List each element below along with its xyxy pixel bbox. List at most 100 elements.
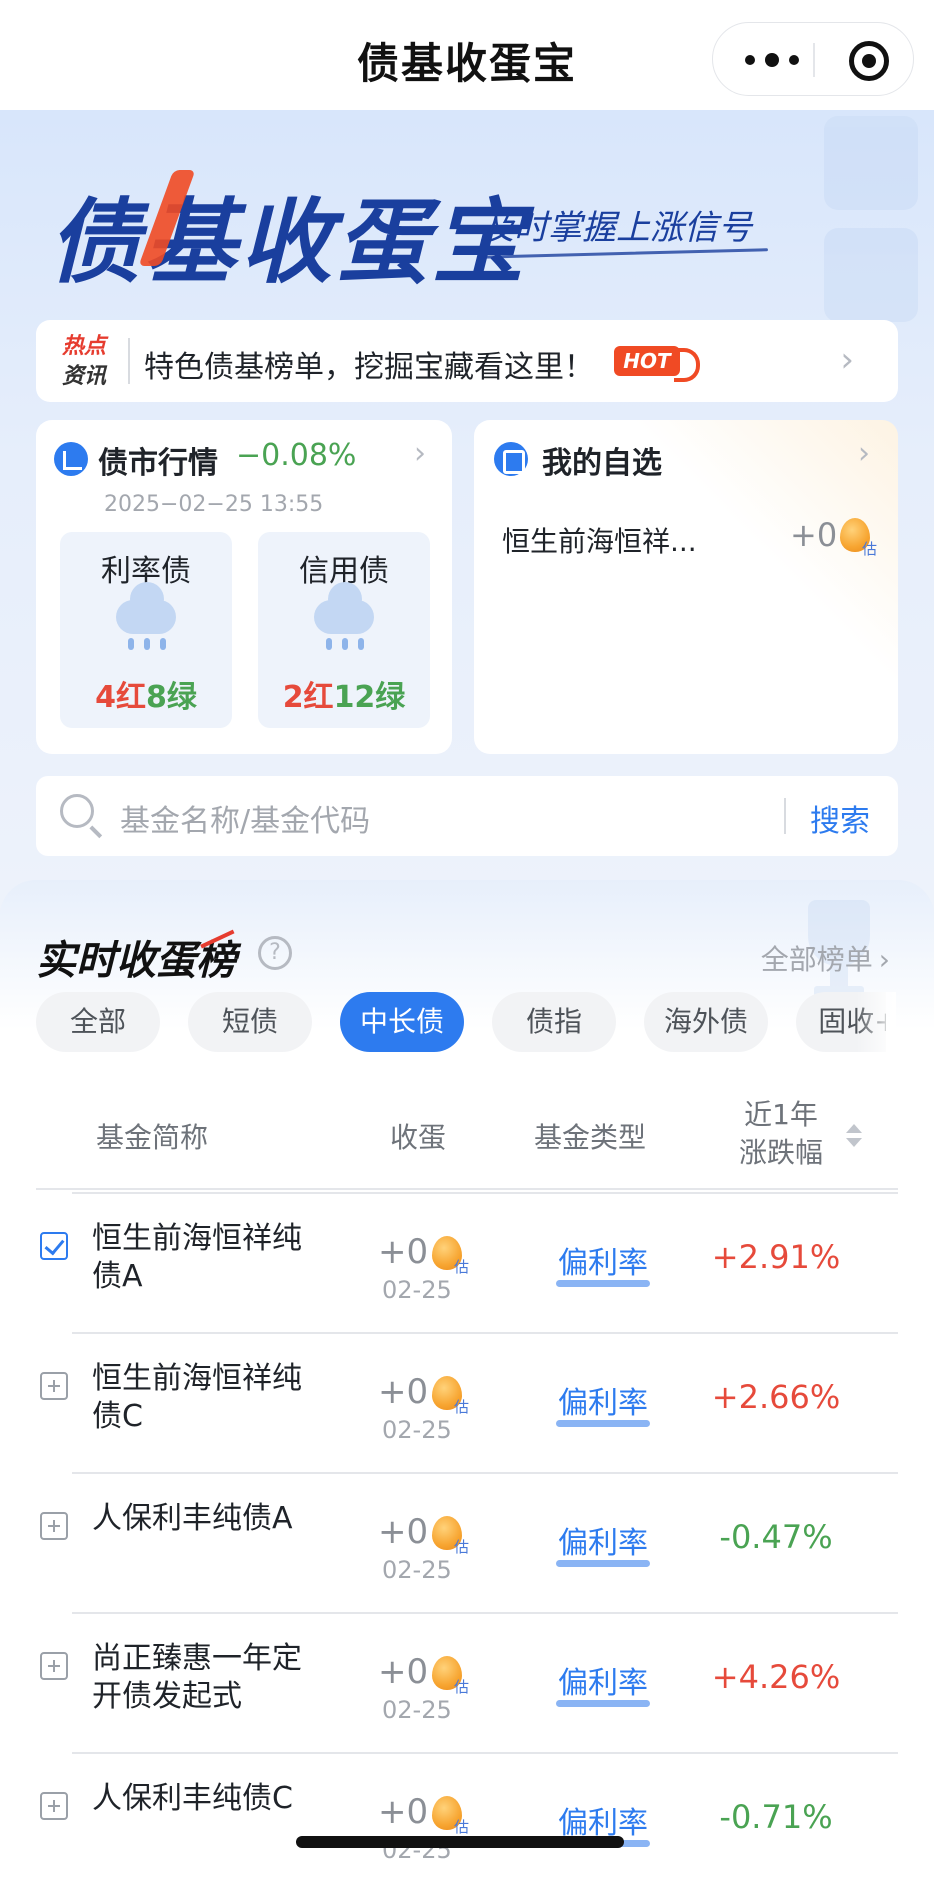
mini-program-capsule — [712, 22, 914, 96]
filter-overseas-bond[interactable]: 海外债 — [644, 992, 768, 1052]
rain-drops — [122, 638, 170, 658]
all-rankings-link[interactable]: 全部榜单 › — [761, 938, 890, 978]
table-row[interactable]: 人保利丰纯债C +0 估 02-25 偏利率 -0.71% — [36, 1752, 898, 1892]
header-eggs: 收蛋 — [390, 1121, 447, 1154]
filter-mid-long-bond[interactable]: 中长债 — [340, 992, 464, 1052]
fund-1y-change: -0.47% — [719, 1518, 833, 1556]
rain-cloud-icon — [116, 582, 176, 634]
bond-market-card[interactable]: 债市行情 −0.08% › 2025−02−25 13:55 利率债 4红8绿 … — [36, 420, 452, 754]
fund-type-underline — [556, 1700, 650, 1707]
table-row[interactable]: 尚正臻惠一年定开债发起式 +0 估 02-25 偏利率 +4.26% — [36, 1612, 898, 1752]
search-icon — [60, 794, 94, 828]
chevron-right-icon: › — [878, 943, 890, 976]
hot-news-tag: 热点 资讯 — [62, 334, 107, 389]
category-filter-bar: 全部 短债 中长债 债指 海外债 固收+ — [36, 992, 886, 1056]
ranking-panel: 实时收蛋榜 ? 全部榜单› 全部 短债 中长债 债指 海外债 固收+ 基金简称 … — [0, 880, 934, 1902]
add-icon[interactable] — [40, 1372, 68, 1400]
egg-value: +0 — [378, 1232, 429, 1272]
home-indicator — [296, 1836, 624, 1848]
hot-badge: HOT — [614, 346, 700, 382]
fund-1y-change: +2.91% — [711, 1238, 841, 1276]
egg-value: +0 — [378, 1512, 429, 1552]
fund-name: 恒生前海恒祥纯债A — [92, 1221, 302, 1294]
header-fund-name: 基金简称 — [96, 1121, 209, 1154]
egg-value: +0 — [378, 1652, 429, 1692]
table-row[interactable]: 恒生前海恒祥纯债C +0 估 02-25 偏利率 +2.66% — [36, 1332, 898, 1472]
top-nav-bar: 债基收蛋宝 — [0, 0, 934, 110]
search-input[interactable]: 基金名称/基金代码 — [120, 796, 370, 840]
filter-all[interactable]: 全部 — [36, 992, 160, 1052]
table-row[interactable]: 恒生前海恒祥纯债A +0 估 02-25 偏利率 +2.91% — [36, 1192, 898, 1332]
hot-divider — [128, 338, 130, 384]
egg-date: 02-25 — [382, 1556, 452, 1584]
fund-name: 人保利丰纯债C — [92, 1781, 293, 1816]
close-target-icon[interactable] — [849, 41, 889, 81]
fund-1y-change: -0.71% — [719, 1798, 833, 1836]
fund-1y-change: +2.66% — [711, 1378, 841, 1416]
chevron-right-icon: › — [414, 436, 426, 471]
estimate-label: 估 — [862, 540, 878, 558]
egg-value: +0 — [378, 1372, 429, 1412]
fund-1y-change: +4.26% — [711, 1658, 841, 1696]
egg-date: 02-25 — [382, 1416, 452, 1444]
fund-type[interactable]: 偏利率 — [556, 1518, 650, 1562]
hot-news-banner[interactable]: 热点 资讯 特色债基榜单，挖掘宝藏看这里！ HOT › — [36, 320, 898, 402]
search-bar[interactable]: 基金名称/基金代码 搜索 — [36, 776, 898, 856]
hot-news-text: 特色债基榜单，挖掘宝藏看这里！ — [144, 350, 594, 385]
ranking-title: 实时收蛋榜 — [36, 928, 244, 986]
estimate-label: 估 — [454, 1538, 470, 1556]
fund-name: 恒生前海恒祥纯债C — [92, 1361, 302, 1434]
checkbox-checked-icon[interactable] — [40, 1232, 68, 1260]
add-icon[interactable] — [40, 1652, 68, 1680]
egg-date: 02-25 — [382, 1276, 452, 1304]
bond-market-datetime: 2025−02−25 13:55 — [104, 492, 324, 517]
bond-market-title: 债市行情 — [98, 446, 218, 481]
table-row[interactable]: 人保利丰纯债A +0 估 02-25 偏利率 -0.47% — [36, 1472, 898, 1612]
search-button[interactable]: 搜索 — [810, 796, 870, 840]
brand-logo: 债基收蛋宝 — [48, 168, 528, 301]
chart-icon — [54, 442, 88, 476]
estimate-label: 估 — [454, 1818, 470, 1836]
chevron-right-icon: › — [840, 340, 854, 380]
more-dots-icon[interactable] — [743, 43, 803, 73]
estimate-label: 估 — [454, 1678, 470, 1696]
fund-type-underline — [556, 1420, 650, 1427]
watchlist-title: 我的自选 — [542, 446, 662, 481]
fund-name: 尚正臻惠一年定开债发起式 — [92, 1641, 302, 1714]
estimate-label: 估 — [454, 1398, 470, 1416]
help-icon[interactable]: ? — [258, 936, 292, 970]
add-icon[interactable] — [40, 1792, 68, 1820]
watchlist-card[interactable]: 我的自选 › 恒生前海恒祥... +0 估 — [474, 420, 898, 754]
fund-type[interactable]: 偏利率 — [556, 1658, 650, 1702]
chevron-right-icon: › — [858, 436, 870, 471]
tile-count: 2红12绿 — [282, 680, 406, 715]
capsule-divider — [813, 43, 815, 77]
estimate-label: 估 — [454, 1258, 470, 1276]
header-fund-type: 基金类型 — [534, 1121, 647, 1154]
rate-bond-tile[interactable]: 利率债 4红8绿 — [60, 532, 232, 728]
add-icon[interactable] — [40, 1512, 68, 1540]
fund-type-underline — [556, 1560, 650, 1567]
egg-value: +0 — [378, 1792, 429, 1832]
rain-cloud-icon — [314, 582, 374, 634]
fund-type[interactable]: 偏利率 — [556, 1378, 650, 1422]
search-divider — [784, 798, 786, 834]
rain-drops — [320, 638, 368, 658]
filter-fade — [856, 992, 896, 1056]
hero-slogan: 及时掌握上涨信号 — [480, 208, 752, 248]
watchlist-item-value: +0 — [790, 516, 838, 554]
fund-type[interactable]: 偏利率 — [556, 1238, 650, 1282]
sort-icon[interactable] — [846, 1124, 862, 1150]
header-1y-change[interactable]: 近1年 涨跌幅 — [726, 1096, 836, 1172]
tile-count: 4红8绿 — [95, 680, 197, 715]
bond-market-change: −0.08% — [236, 438, 357, 473]
egg-date: 02-25 — [382, 1696, 452, 1724]
credit-bond-tile[interactable]: 信用债 2红12绿 — [258, 532, 430, 728]
filter-bond-index[interactable]: 债指 — [492, 992, 616, 1052]
watchlist-item-name[interactable]: 恒生前海恒祥... — [502, 520, 697, 560]
fund-type-underline — [556, 1280, 650, 1287]
filter-short-bond[interactable]: 短债 — [188, 992, 312, 1052]
table-header: 基金简称 收蛋 基金类型 近1年 涨跌幅 — [36, 1080, 898, 1190]
fund-name: 人保利丰纯债A — [92, 1501, 293, 1536]
bookmark-icon — [494, 442, 528, 476]
